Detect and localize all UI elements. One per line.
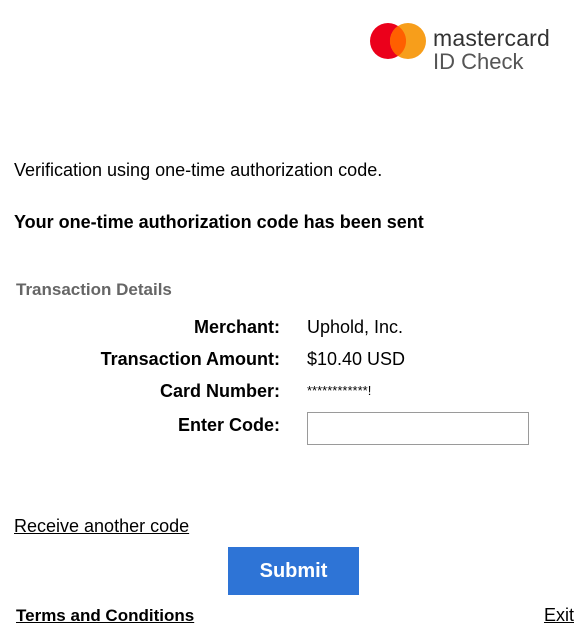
transaction-details-heading: Transaction Details: [16, 280, 172, 299]
amount-label: Transaction Amount:: [100, 349, 280, 369]
terms-and-conditions-link[interactable]: Terms and Conditions: [16, 606, 194, 626]
code-sent-message: Your one-time authorization code has bee…: [14, 212, 424, 232]
merchant-label: Merchant:: [193, 317, 280, 337]
intro-text: Verification using one-time authorizatio…: [14, 160, 383, 180]
authentication-page: mastercard ID Check Verification using o…: [0, 0, 588, 639]
amount-row: Transaction Amount: $10.40 USD: [0, 349, 588, 373]
merchant-value: Uphold, Inc.: [307, 317, 404, 337]
submit-button[interactable]: Submit: [228, 547, 359, 595]
exit-link[interactable]: Exit: [544, 605, 574, 626]
mastercard-circles-icon: [370, 23, 426, 59]
mastercard-id-check-logo: mastercard ID Check: [369, 22, 569, 74]
card-number-row: Card Number: ************!: [0, 381, 588, 405]
card-number-value: ************!: [307, 383, 372, 398]
receive-another-code-link[interactable]: Receive another code: [14, 516, 189, 537]
card-number-label: Card Number:: [159, 381, 280, 401]
code-input[interactable]: [307, 412, 529, 445]
product-name: ID Check: [433, 49, 524, 74]
merchant-row: Merchant: Uphold, Inc.: [0, 317, 588, 341]
amount-value: $10.40 USD: [307, 349, 406, 369]
brand-name: mastercard: [433, 25, 551, 51]
enter-code-label: Enter Code:: [177, 415, 280, 435]
